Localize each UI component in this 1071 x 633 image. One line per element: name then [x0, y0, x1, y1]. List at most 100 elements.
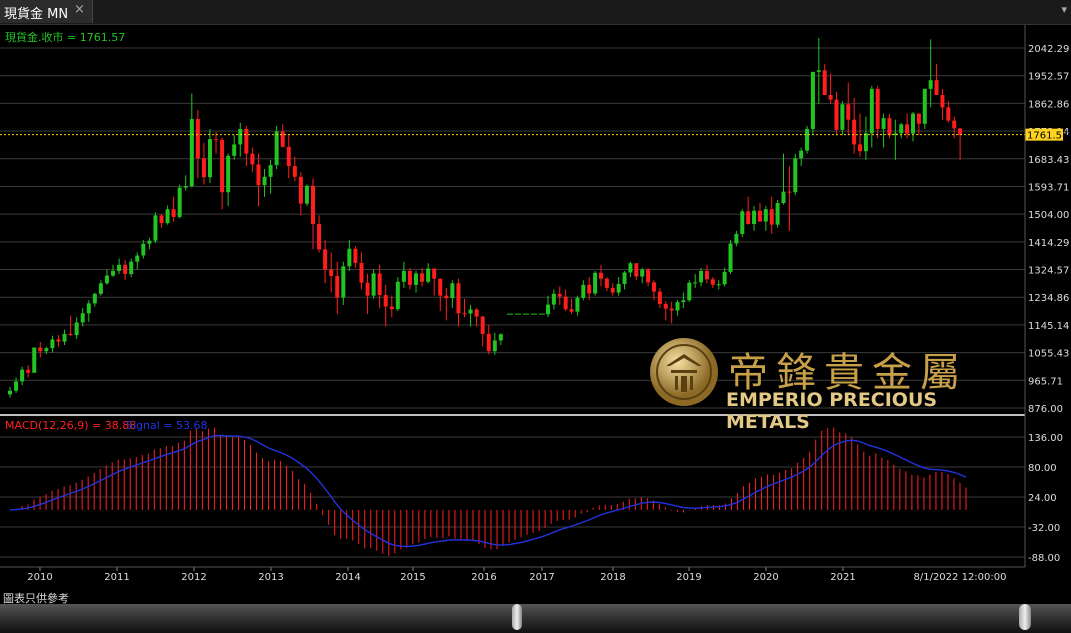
candle-body	[244, 128, 249, 154]
x-tick-label: 2020	[753, 572, 778, 583]
candle-body	[952, 120, 957, 129]
candle-body	[575, 297, 580, 312]
candle-body	[775, 203, 780, 225]
price-tick-label: 1234.86	[1028, 293, 1069, 304]
candle-body	[810, 71, 815, 129]
candle-body	[940, 95, 945, 108]
emperio-emblem-icon	[650, 338, 718, 406]
candle-body	[793, 158, 798, 193]
candle-body	[710, 279, 715, 285]
x-tick-label: 2016	[471, 572, 496, 583]
candle-body	[911, 113, 916, 134]
candle-body	[238, 128, 243, 145]
candle-body	[546, 304, 550, 315]
candle-body	[323, 249, 328, 270]
candle-body	[153, 215, 158, 241]
candle-body	[757, 210, 762, 222]
candle-body	[250, 153, 255, 165]
candle-body	[634, 263, 639, 277]
candle-body	[292, 166, 297, 177]
candle-body	[201, 158, 206, 178]
candle-body	[881, 118, 886, 129]
candle-body	[347, 248, 352, 267]
signal-panel-label: Signal = 53.68	[126, 419, 208, 432]
candle-body	[657, 291, 662, 304]
candle-body	[177, 187, 182, 217]
candle-body	[587, 284, 592, 294]
macd-axis: 136.00 80.00 24.00 -32.00 -88.00	[1028, 433, 1063, 564]
candle-body	[262, 176, 267, 186]
candle-body	[569, 309, 574, 312]
candle-body	[189, 119, 194, 187]
x-tick-label: 2015	[400, 572, 425, 583]
x-tick-label: 2012	[181, 572, 206, 583]
candle-body	[474, 309, 479, 317]
candle-body	[407, 270, 412, 285]
x-tick-label: 2011	[104, 572, 129, 583]
candle-body	[26, 369, 31, 373]
tab-bar: 現貨金 MN × ▾	[0, 0, 1071, 25]
price-chart[interactable]: 2042.291952.571862.861773.141683.431593.…	[0, 25, 1071, 590]
candle-body	[329, 269, 334, 276]
candle-body	[214, 139, 219, 141]
candle-body	[916, 113, 921, 124]
candle-body	[159, 215, 164, 224]
candle-body	[420, 273, 425, 282]
candle-body	[395, 281, 400, 310]
candle-body	[462, 313, 467, 315]
tab-chart[interactable]: 現貨金 MN ×	[0, 0, 93, 23]
candle-body	[728, 243, 733, 272]
candle-body	[311, 185, 315, 225]
candle-body	[669, 308, 674, 311]
price-tick-label: 1324.57	[1028, 266, 1069, 277]
candle-body	[610, 287, 615, 293]
candle-body	[56, 339, 61, 342]
candle-body	[123, 264, 128, 275]
candle-body	[68, 333, 73, 336]
candle-body	[740, 211, 745, 234]
candle-body	[722, 271, 727, 285]
candle-body	[663, 303, 668, 309]
price-axis: 2042.291952.571862.861773.141683.431593.…	[1028, 44, 1069, 415]
candle-body	[207, 139, 212, 178]
candle-body	[593, 272, 598, 294]
candle-body	[492, 340, 497, 352]
candle-body	[365, 282, 370, 296]
candle-body	[450, 283, 455, 299]
candle-body	[74, 322, 79, 336]
price-tick-label: 1145.14	[1028, 321, 1069, 332]
scrollbar-right-handle[interactable]	[1019, 604, 1031, 630]
candle-body	[840, 104, 845, 130]
x-tick-label: 2018	[600, 572, 625, 583]
time-axis: 2010 2011 2012 2013 2014 2015 2016 2017 2018 2019…	[0, 566, 1025, 583]
macd-tick-label: 24.00	[1028, 493, 1057, 504]
candle-body	[628, 263, 633, 273]
macd-tick-label: 136.00	[1028, 433, 1063, 444]
time-scrollbar[interactable]	[0, 604, 1071, 633]
macd-panel-label: MACD(12,26,9) = 38.88	[5, 419, 136, 432]
candle-body	[232, 144, 237, 156]
candle-body	[389, 306, 394, 310]
candle-body	[799, 150, 804, 159]
candle-body	[195, 119, 200, 159]
candle-body	[622, 272, 627, 284]
candle-body	[8, 390, 12, 395]
candle-body	[604, 278, 609, 288]
candle-body	[834, 99, 839, 130]
candle-body	[651, 282, 656, 292]
candle-body	[869, 88, 874, 134]
candle-body	[80, 313, 85, 323]
candle-body	[135, 255, 140, 262]
macd-tick-label: -88.00	[1028, 553, 1060, 564]
candle-body	[822, 70, 827, 96]
scrollbar-left-handle[interactable]	[512, 604, 522, 630]
candle-body	[317, 224, 322, 250]
candle-body	[280, 131, 285, 147]
candle-body	[846, 104, 851, 120]
dropdown-menu-icon[interactable]: ▾	[1061, 3, 1067, 16]
candle-body	[117, 264, 122, 271]
close-icon[interactable]: ×	[74, 2, 85, 17]
last-price-label: 1761.57	[1027, 131, 1068, 142]
candle-body	[92, 293, 97, 304]
candle-body	[335, 275, 340, 298]
